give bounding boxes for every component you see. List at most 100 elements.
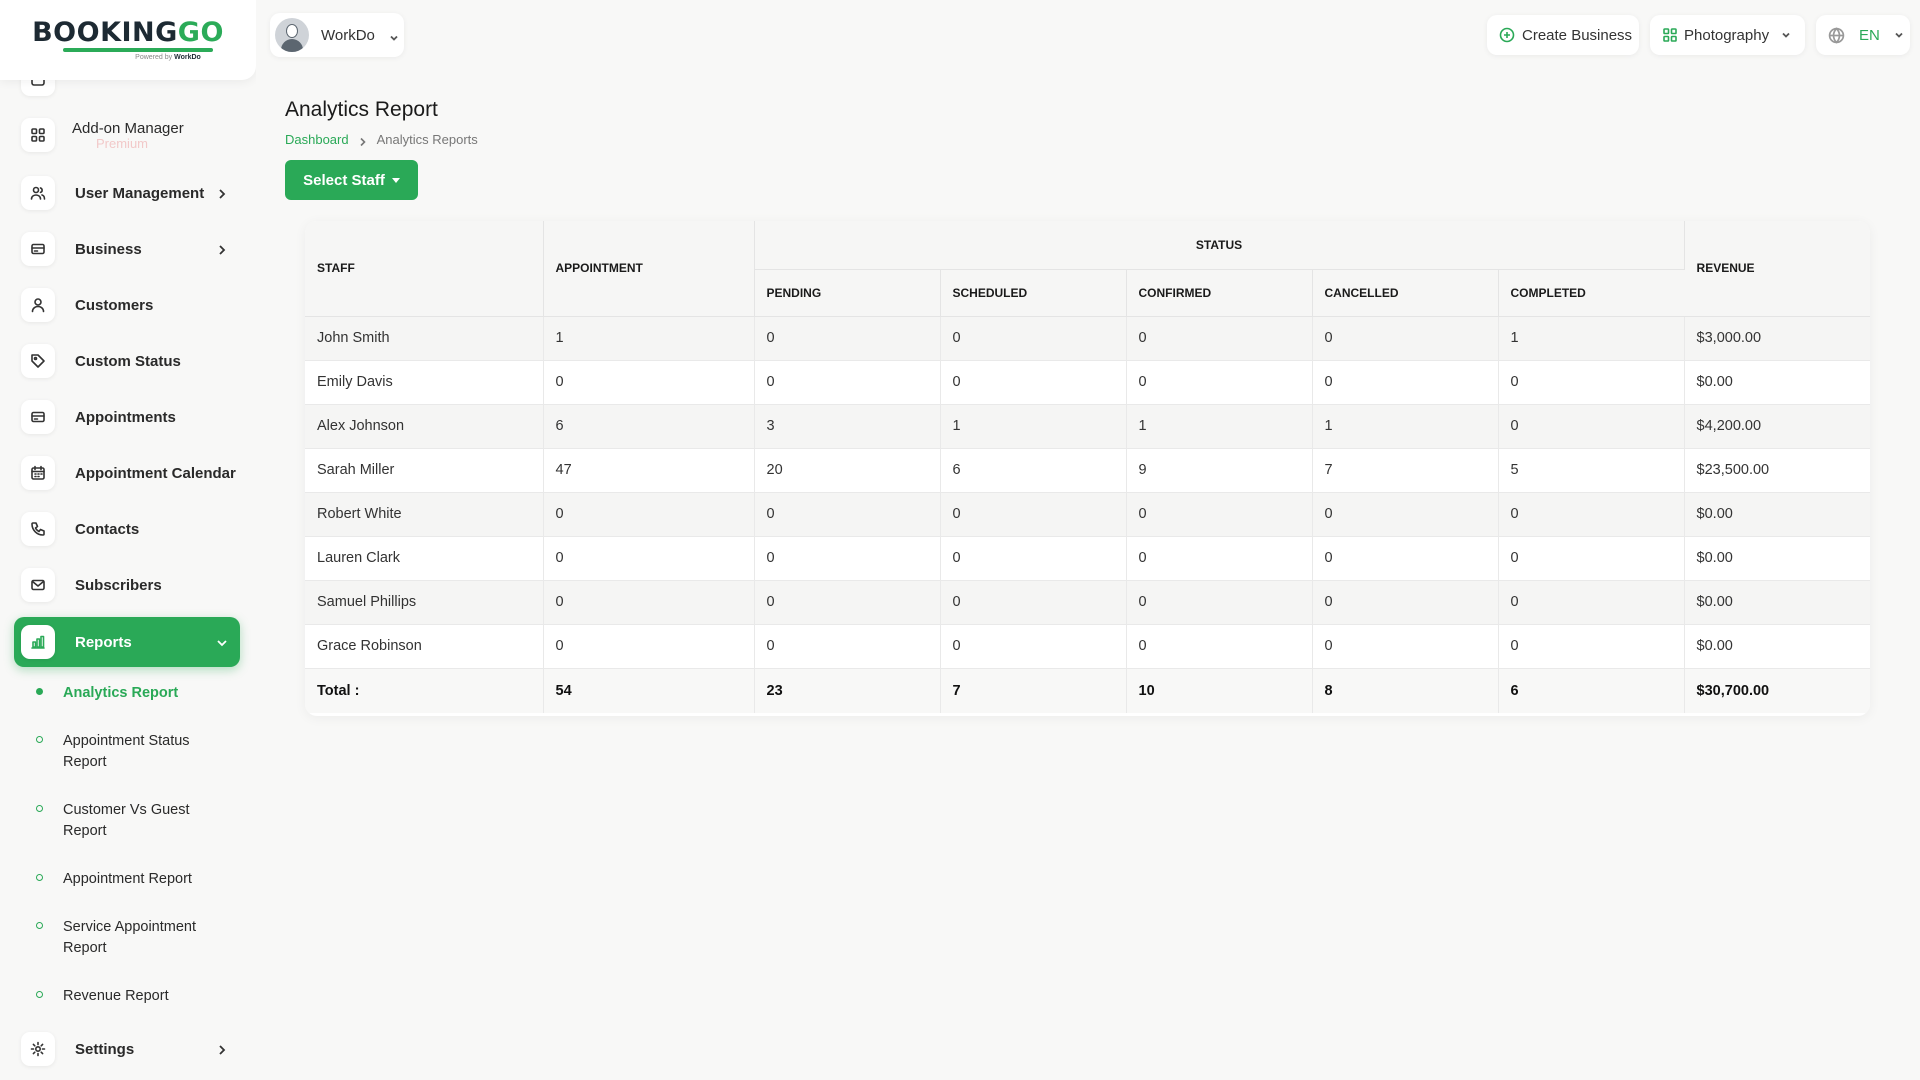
cell-staff: Alex Johnson: [305, 404, 544, 449]
breadcrumb-dashboard-link[interactable]: Dashboard: [285, 132, 349, 147]
sidebar-item-label: Reports: [75, 633, 132, 651]
sidebar-item-custom-status[interactable]: Custom Status: [14, 336, 240, 386]
cell-scheduled: 0: [940, 580, 1127, 625]
cell-cancelled: 0: [1312, 536, 1499, 581]
bullet-icon: [36, 922, 43, 929]
analytics-table: STAFF APPOINTMENT STATUS REVENUE PENDING…: [305, 221, 1870, 713]
cell-appointment: 1: [543, 316, 755, 361]
bullet-icon: [36, 874, 43, 881]
total-confirmed: 10: [1126, 668, 1313, 713]
cell-cancelled: 0: [1312, 492, 1499, 537]
sidebar-item-appointment-calendar[interactable]: Appointment Calendar: [14, 448, 240, 498]
total-scheduled: 7: [940, 668, 1127, 713]
sidebar-subitem-analytics-report[interactable]: Analytics Report: [36, 683, 236, 704]
language-select[interactable]: EN: [1816, 15, 1910, 55]
cell-staff: Emily Davis: [305, 360, 544, 405]
user-menu-button[interactable]: WorkDo: [270, 13, 404, 57]
cell-pending: 0: [754, 492, 941, 537]
sidebar: BOOKINGGO Powered by WorkDo Add-on Manag…: [0, 0, 256, 1080]
sidebar-item-user-management[interactable]: User Management: [14, 168, 240, 218]
cell-pending: 3: [754, 404, 941, 449]
select-staff-button[interactable]: Select Staff: [285, 160, 418, 200]
cell-completed: 5: [1498, 448, 1685, 493]
users-icon: [21, 176, 55, 210]
phone-icon: [21, 512, 55, 546]
cell-staff: Samuel Phillips: [305, 580, 544, 625]
total-appointment: 54: [543, 668, 755, 713]
cell-confirmed: 1: [1126, 404, 1313, 449]
card-icon: [21, 232, 55, 266]
cell-confirmed: 0: [1126, 536, 1313, 581]
chevron-right-icon: [359, 135, 367, 146]
sidebar-item-addon-manager[interactable]: Add-on Manager: [14, 110, 240, 160]
cell-pending: 0: [754, 536, 941, 581]
bullet-icon: [36, 991, 43, 998]
cell-confirmed: 0: [1126, 360, 1313, 405]
sidebar-item-contacts[interactable]: Contacts: [14, 504, 240, 554]
cell-staff: Robert White: [305, 492, 544, 537]
bullet-icon: [36, 736, 43, 743]
sidebar-item-label: Appointments: [75, 408, 176, 426]
sidebar-item-customers[interactable]: Customers: [14, 280, 240, 330]
cell-staff: John Smith: [305, 316, 544, 361]
page-title: Analytics Report: [285, 98, 438, 121]
create-business-button[interactable]: Create Business: [1487, 15, 1639, 55]
cell-completed: 0: [1498, 580, 1685, 625]
cell-staff: Sarah Miller: [305, 448, 544, 493]
cell-scheduled: 0: [940, 536, 1127, 581]
header-staff: STAFF: [305, 221, 544, 317]
brand-logo[interactable]: BOOKINGGO Powered by WorkDo: [0, 0, 256, 80]
sidebar-item-business[interactable]: Business: [14, 224, 240, 274]
cell-appointment: 0: [543, 580, 755, 625]
sidebar-subitem-appointment-report[interactable]: Appointment Report: [36, 869, 236, 890]
sidebar-item-label: Contacts: [75, 520, 140, 538]
card-icon: [21, 400, 55, 434]
total-pending: 23: [754, 668, 941, 713]
cell-cancelled: 0: [1312, 624, 1499, 669]
sidebar-item-settings[interactable]: Settings: [14, 1024, 240, 1074]
sidebar-subitem-revenue-report[interactable]: Revenue Report: [36, 986, 236, 1007]
table-row: Alex Johnson 6 3 1 1 1 0 $4,200.00: [305, 404, 1870, 449]
header-confirmed: CONFIRMED: [1126, 269, 1313, 317]
cell-completed: 1: [1498, 316, 1685, 361]
table-total-row: Total :54 23 7 10 8 6 $30,700.00: [305, 668, 1870, 713]
workspace-select[interactable]: Photography: [1650, 15, 1805, 55]
breadcrumb-current: Analytics Reports: [376, 132, 478, 147]
total-completed: 6: [1498, 668, 1685, 713]
sidebar-subitem-customer-vs-guest-report[interactable]: Customer Vs Guest Report: [36, 800, 236, 842]
logo-swoosh: [63, 48, 213, 52]
cell-scheduled: 0: [940, 492, 1127, 537]
cell-completed: 0: [1498, 492, 1685, 537]
cell-completed: 0: [1498, 360, 1685, 405]
header-cancelled: CANCELLED: [1312, 269, 1499, 317]
sidebar-subitem-appointment-status-report[interactable]: Appointment Status Report: [36, 731, 236, 773]
table-row: John Smith 1 0 0 0 0 1 $3,000.00: [305, 316, 1870, 361]
sidebar-item-appointments[interactable]: Appointments: [14, 392, 240, 442]
cell-confirmed: 0: [1126, 316, 1313, 361]
cell-cancelled: 0: [1312, 580, 1499, 625]
sidebar-subitem-label: Customer Vs Guest Report: [63, 802, 190, 839]
sidebar-subitem-label: Revenue Report: [63, 988, 169, 1004]
cell-pending: 0: [754, 316, 941, 361]
table-row: Lauren Clark 0 0 0 0 0 0 $0.00: [305, 536, 1870, 581]
sidebar-item-reports[interactable]: Reports: [14, 617, 240, 667]
sidebar-subitem-label: Appointment Status Report: [63, 733, 190, 770]
gear-icon: [21, 1032, 55, 1066]
apps-icon: [1663, 28, 1677, 42]
cell-revenue: $23,500.00: [1684, 448, 1870, 493]
cell-revenue: $3,000.00: [1684, 316, 1870, 361]
cell-scheduled: 0: [940, 624, 1127, 669]
sidebar-item-label: Settings: [75, 1040, 135, 1058]
cell-pending: 0: [754, 360, 941, 405]
analytics-table-card: STAFF APPOINTMENT STATUS REVENUE PENDING…: [305, 221, 1870, 716]
sidebar-item-subscribers[interactable]: Subscribers: [14, 560, 240, 610]
header-completed: COMPLETED: [1498, 269, 1685, 317]
cell-confirmed: 0: [1126, 624, 1313, 669]
cell-cancelled: 0: [1312, 316, 1499, 361]
cell-scheduled: 0: [940, 360, 1127, 405]
sidebar-subitem-service-appointment-report[interactable]: Service Appointment Report: [36, 917, 236, 959]
user-icon: [21, 288, 55, 322]
bullet-icon: [36, 805, 43, 812]
cell-scheduled: 6: [940, 448, 1127, 493]
sidebar-item-label: Add-on Manager: [72, 119, 184, 137]
